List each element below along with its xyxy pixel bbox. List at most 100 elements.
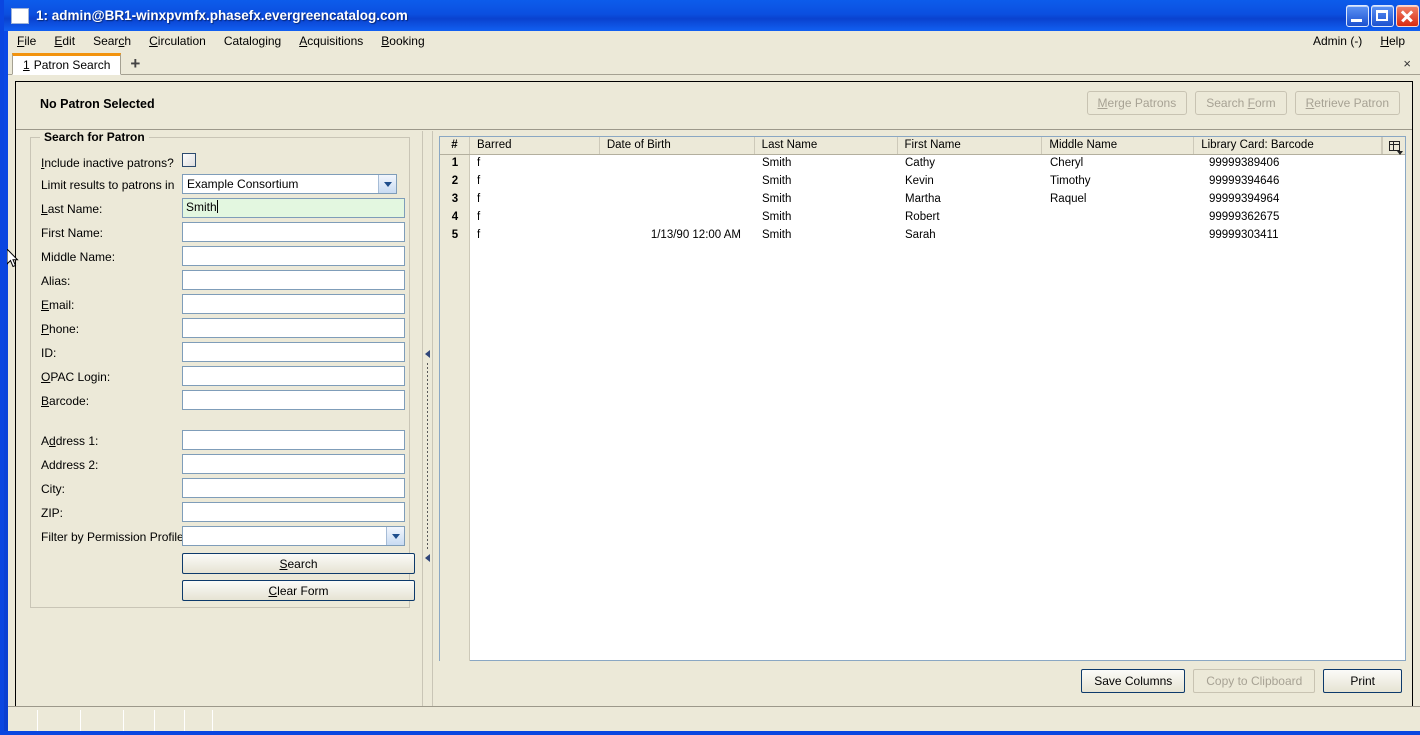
last-name-input[interactable]: Smith xyxy=(182,198,405,218)
patron-name-label: No Patron Selected xyxy=(40,97,155,111)
retrieve-patron-button[interactable]: Retrieve Patron xyxy=(1294,91,1400,115)
field-row-address-1: Address 1: xyxy=(31,430,411,454)
middle-name-label: Middle Name: xyxy=(41,250,116,264)
menu-search[interactable]: Search xyxy=(84,32,140,50)
opac-login-input[interactable] xyxy=(182,366,405,386)
menu-edit[interactable]: Edit xyxy=(45,32,84,50)
cell-barred: f xyxy=(477,229,481,241)
limit-results-select[interactable]: Example Consortium xyxy=(182,174,397,194)
field-row-alias: Alias: xyxy=(31,270,411,294)
cell-library-card-barcode: 99999394964 xyxy=(1209,193,1280,205)
address-2-label: Address 2: xyxy=(41,458,99,472)
main-content: No Patron Selected Merge Patrons Search … xyxy=(15,81,1413,725)
status-cell-2 xyxy=(38,710,81,731)
menu-cataloging[interactable]: Cataloging xyxy=(215,32,290,50)
print-button[interactable]: Print xyxy=(1323,669,1402,693)
pane-splitter[interactable] xyxy=(422,131,433,725)
cell-middle-name xyxy=(1043,227,1195,245)
new-tab-button[interactable]: + xyxy=(130,55,140,74)
id-input[interactable] xyxy=(182,342,405,362)
table-row[interactable]: 3 f Smith Martha Raquel 99999394964 xyxy=(440,191,1405,209)
minimize-button[interactable] xyxy=(1346,4,1369,27)
phone-label: Phone: xyxy=(41,322,80,336)
zip-label: ZIP: xyxy=(41,506,64,520)
column-picker-icon[interactable] xyxy=(1382,137,1405,155)
field-row-id: ID: xyxy=(31,342,411,366)
cell-date-of-birth xyxy=(600,209,755,227)
maximize-button[interactable] xyxy=(1371,4,1394,27)
permission-profile-select[interactable] xyxy=(182,526,405,546)
field-row-address-2: Address 2: xyxy=(31,454,411,478)
email-input[interactable] xyxy=(182,294,405,314)
alias-label: Alias: xyxy=(41,274,71,288)
cell-date-of-birth xyxy=(600,191,755,209)
table-row[interactable]: 5 f 1/13/90 12:00 AM Smith Sarah 99999303411 xyxy=(440,227,1405,245)
search-button[interactable]: Search xyxy=(182,553,415,574)
copy-to-clipboard-button[interactable]: Copy to Clipboard xyxy=(1193,669,1316,693)
cell-library-card-barcode: 99999303411 xyxy=(1209,229,1279,241)
city-label: City: xyxy=(41,482,65,496)
save-columns-button[interactable]: Save Columns xyxy=(1081,669,1186,693)
cell-middle-name xyxy=(1043,209,1195,227)
close-button[interactable] xyxy=(1396,4,1419,27)
menu-circulation[interactable]: Circulation xyxy=(140,32,215,50)
client-area: File Edit Search Circulation Cataloging … xyxy=(8,31,1420,731)
clear-form-button[interactable]: Clear Form xyxy=(182,580,415,601)
address-1-input[interactable] xyxy=(182,430,405,450)
splitter-grip[interactable] xyxy=(427,363,428,549)
alias-input[interactable] xyxy=(182,270,405,290)
zip-input[interactable] xyxy=(182,502,405,522)
collapse-right-arrow-icon[interactable] xyxy=(425,554,430,562)
email-label: Email: xyxy=(41,298,75,312)
title-bar: 1: admin@BR1-winxpvmfx.phasefx.evergreen… xyxy=(4,0,1420,31)
field-row-middle-name: Middle Name: xyxy=(31,246,411,270)
middle-name-input[interactable] xyxy=(182,246,405,266)
column-header-last-name[interactable]: Last Name xyxy=(755,137,898,154)
menu-booking[interactable]: Booking xyxy=(372,32,433,50)
table-row[interactable]: 2 f Smith Kevin Timothy 99999394646 xyxy=(440,173,1405,191)
column-header-date-of-birth[interactable]: Date of Birth xyxy=(600,137,755,154)
window-title: 1: admin@BR1-winxpvmfx.phasefx.evergreen… xyxy=(36,8,408,23)
column-header-middle-name[interactable]: Middle Name xyxy=(1042,137,1195,154)
merge-patrons-button[interactable]: Merge Patrons xyxy=(1086,91,1188,115)
cell-first-name: Cathy xyxy=(905,157,936,169)
cell-row-number: 4 xyxy=(451,211,459,223)
cell-last-name: Smith xyxy=(762,157,792,169)
column-header-library-card-barcode[interactable]: Library Card: Barcode xyxy=(1194,137,1383,154)
menu-help[interactable]: Help xyxy=(1371,32,1414,50)
table-row[interactable]: 1 f Smith Cathy Cheryl 99999389406 xyxy=(440,155,1405,173)
cell-date-of-birth xyxy=(600,155,755,173)
column-header-first-name[interactable]: First Name xyxy=(898,137,1043,154)
column-header-barred[interactable]: Barred xyxy=(470,137,600,154)
limit-results-label: Limit results to patrons in xyxy=(41,178,175,192)
field-row-first-name: First Name: xyxy=(31,222,411,246)
cell-date-of-birth: 1/13/90 12:00 AM xyxy=(650,229,741,241)
chevron-down-icon xyxy=(378,175,396,193)
close-tab-button[interactable]: × xyxy=(1403,56,1411,74)
cell-first-name: Kevin xyxy=(905,175,934,187)
status-cell-4 xyxy=(124,710,155,731)
tab-strip: 1 Patron Search + × xyxy=(8,51,1420,75)
last-name-value: Smith xyxy=(186,200,217,214)
tab-patron-search[interactable]: 1 Patron Search xyxy=(12,53,122,75)
barcode-input[interactable] xyxy=(182,390,405,410)
cell-barred: f xyxy=(477,193,481,205)
search-form-button[interactable]: Search Form xyxy=(1195,91,1287,115)
first-name-input[interactable] xyxy=(182,222,405,242)
menu-file[interactable]: File xyxy=(8,32,45,50)
cell-library-card-barcode: 99999394646 xyxy=(1209,175,1280,187)
address-2-input[interactable] xyxy=(182,454,405,474)
collapse-left-arrow-icon[interactable] xyxy=(425,350,430,358)
table-row[interactable]: 4 f Smith Robert 99999362675 xyxy=(440,209,1405,227)
city-input[interactable] xyxy=(182,478,405,498)
permission-profile-label: Filter by Permission Profile: xyxy=(41,530,188,544)
column-header-num[interactable]: # xyxy=(440,137,470,154)
status-cell-1 xyxy=(8,710,38,731)
phone-input[interactable] xyxy=(182,318,405,338)
cell-last-name: Smith xyxy=(762,229,792,241)
menu-admin[interactable]: Admin (-) xyxy=(1304,32,1371,50)
menu-acquisitions[interactable]: Acquisitions xyxy=(290,32,372,50)
cell-first-name: Sarah xyxy=(905,229,936,241)
include-inactive-checkbox[interactable] xyxy=(182,153,196,167)
search-groupbox-legend: Search for Patron xyxy=(40,130,149,144)
